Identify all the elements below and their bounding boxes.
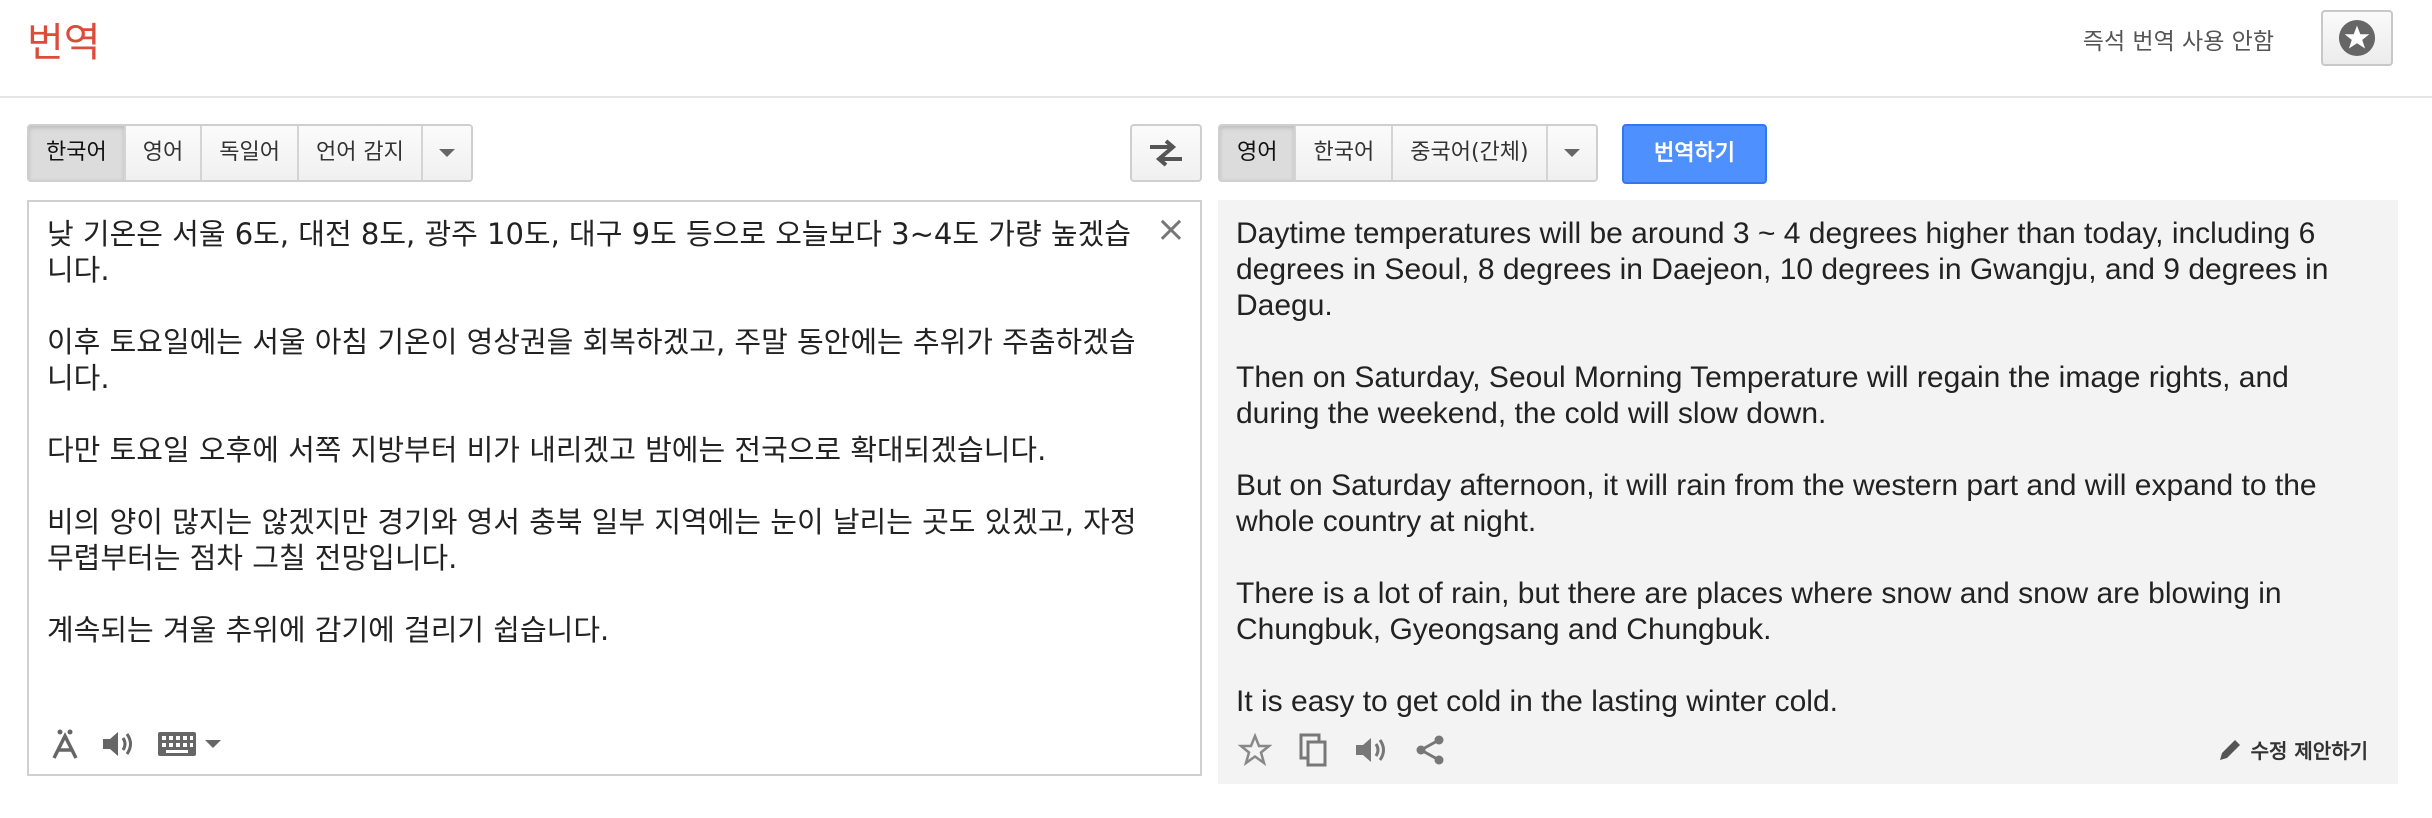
source-lang-korean[interactable]: 한국어 (29, 126, 126, 180)
result-paragraph: Then on Saturday, Seoul Morning Temperat… (1236, 361, 2289, 430)
result-paragraph: There is a lot of rain, but there are pl… (1236, 577, 2282, 646)
suggest-edit-button[interactable]: 수정 제안하기 (2217, 735, 2368, 764)
star-icon (2338, 19, 2376, 57)
result-text: Daytime temperatures will be around 3 ~ … (1236, 216, 2376, 756)
keyboard-icon[interactable] (157, 731, 221, 757)
source-language-bar: 한국어 영어 독일어 언어 감지 (27, 124, 473, 182)
close-icon[interactable]: × (1156, 210, 1186, 250)
translate-button[interactable]: 번역하기 (1622, 124, 1767, 184)
swap-icon (1150, 139, 1182, 167)
top-bar: 번역 즉석 번역 사용 안함 (0, 0, 2432, 98)
source-textarea[interactable]: 낮 기온은 서울 6도, 대전 8도, 광주 10도, 대구 9도 등으로 오늘… (27, 200, 1202, 776)
target-lang-dropdown[interactable] (1547, 126, 1596, 180)
target-language-bar: 영어 한국어 중국어(간체) (1218, 124, 1598, 182)
speaker-icon[interactable] (1354, 735, 1388, 765)
swap-languages-button[interactable] (1130, 124, 1202, 182)
result-toolbar (1238, 732, 1446, 768)
source-paragraph: 계속되는 겨울 추위에 감기에 걸리기 쉽습니다. (47, 613, 610, 647)
speaker-icon[interactable] (101, 729, 135, 759)
result-paragraph: Daytime temperatures will be around 3 ~ … (1236, 217, 2329, 322)
source-paragraph: 이후 토요일에는 서울 아침 기온이 영상권을 회복하겠고, 주말 동안에는 추… (47, 325, 1136, 395)
page-title: 번역 (27, 20, 101, 66)
copy-icon[interactable] (1298, 732, 1328, 768)
instant-translation-toggle[interactable]: 즉석 번역 사용 안함 (2083, 22, 2274, 56)
translation-result: Daytime temperatures will be around 3 ~ … (1218, 200, 2398, 784)
star-icon[interactable] (1238, 733, 1272, 767)
result-paragraph: It is easy to get cold in the lasting wi… (1236, 685, 1838, 718)
target-lang-chinese-simplified[interactable]: 중국어(간체) (1393, 126, 1548, 180)
source-toolbar (51, 728, 221, 760)
pencil-icon (2219, 739, 2240, 760)
target-lang-korean[interactable]: 한국어 (1296, 126, 1394, 180)
source-lang-german[interactable]: 독일어 (202, 126, 299, 180)
share-icon[interactable] (1414, 734, 1446, 766)
starred-button[interactable] (2321, 10, 2393, 66)
source-lang-english[interactable]: 영어 (125, 126, 203, 180)
source-text[interactable]: 낮 기온은 서울 6도, 대전 8도, 광주 10도, 대구 9도 등으로 오늘… (47, 216, 1157, 684)
target-lang-english[interactable]: 영어 (1220, 126, 1297, 180)
chevron-down-icon (1563, 149, 1580, 157)
chevron-down-icon (438, 149, 455, 157)
source-paragraph: 비의 양이 많지는 않겠지만 경기와 영서 충북 일부 지역에는 눈이 날리는 … (47, 505, 1137, 575)
source-lang-dropdown[interactable] (422, 126, 471, 180)
source-paragraph: 낮 기온은 서울 6도, 대전 8도, 광주 10도, 대구 9도 등으로 오늘… (47, 217, 1131, 287)
result-paragraph: But on Saturday afternoon, it will rain … (1236, 469, 2317, 538)
phonetic-icon[interactable] (51, 728, 79, 760)
suggest-edit-label: 수정 제안하기 (2250, 739, 2368, 763)
source-paragraph: 다만 토요일 오후에 서쪽 지방부터 비가 내리겠고 밤에는 전국으로 확대되겠… (47, 433, 1047, 467)
chevron-down-icon (205, 740, 221, 748)
source-lang-detect[interactable]: 언어 감지 (298, 126, 423, 180)
